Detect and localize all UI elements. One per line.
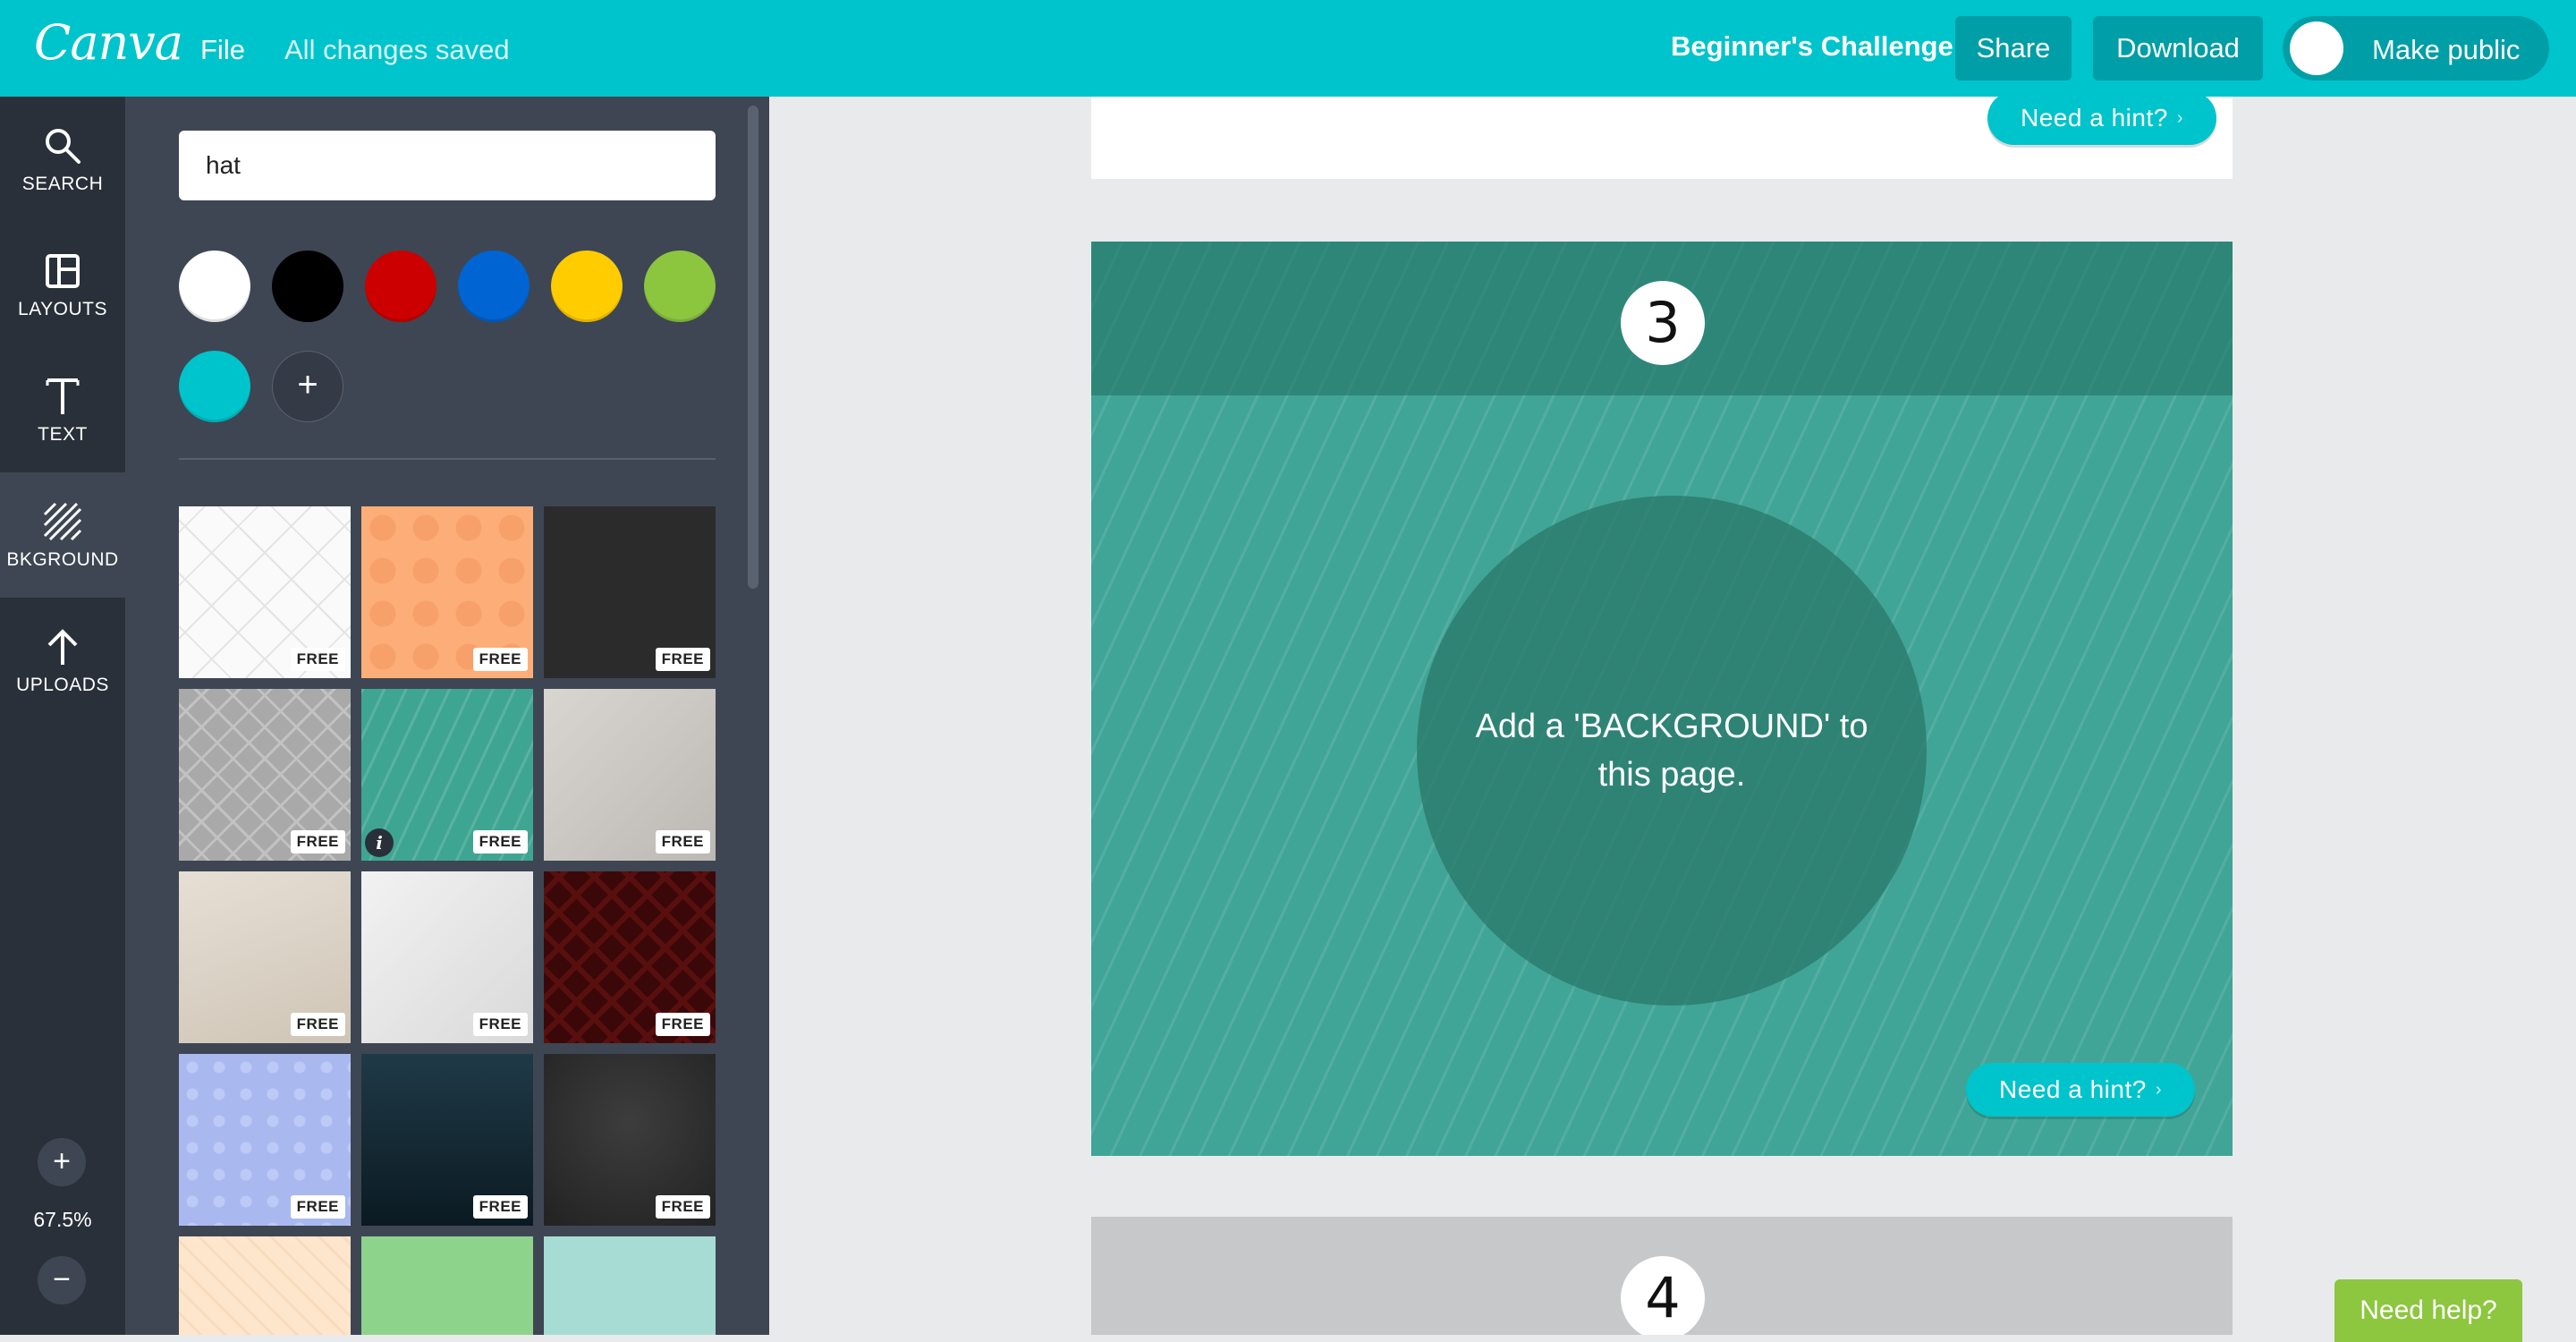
free-badge: FREE [472,1195,528,1219]
file-menu[interactable]: File [200,34,245,66]
add-color-button[interactable]: + [272,351,343,422]
color-swatch-yellow[interactable] [551,251,623,322]
text-icon [45,374,80,419]
background-tile[interactable]: i FREE [361,689,533,861]
page-3[interactable]: 3 Add a 'BACKGROUND' to this page. Need … [1091,242,2233,1156]
color-swatch-red[interactable] [365,251,436,322]
save-status: All changes saved [284,34,510,65]
toggle-knob[interactable] [2290,21,2343,75]
background-tile[interactable]: FREE [179,1054,351,1226]
zoom-level: 67.5% [33,1208,92,1231]
background-tile[interactable]: FREE [544,506,716,678]
color-swatch-teal[interactable] [179,351,250,422]
divider [179,458,716,460]
rail-item-layouts[interactable]: LAYOUTS [0,222,125,347]
rail-label: SEARCH [21,174,104,194]
free-badge: FREE [472,648,528,671]
instruction-circle: Add a 'BACKGROUND' to this page. [1417,496,1927,1006]
chevron-right-icon: › [2176,107,2183,128]
design-title[interactable]: Beginner's Challenge [1671,30,1953,63]
color-swatch-green[interactable] [644,251,716,322]
hint-button[interactable]: Need a hint? › [1987,97,2216,145]
need-help-button[interactable]: Need help? [2334,1279,2522,1342]
rail-label: UPLOADS [16,675,109,695]
upload-icon [45,624,80,669]
panel-scrollbar[interactable] [748,106,758,589]
page-4[interactable]: 4 [1091,1217,2233,1335]
free-badge: FREE [290,648,345,671]
free-badge: FREE [290,830,345,854]
share-button[interactable]: Share [1955,16,2072,81]
free-badge: FREE [655,1013,710,1036]
rail-label: LAYOUTS [18,299,107,319]
zoom-out-button[interactable]: − [38,1256,86,1304]
page-number: 3 [1621,281,1705,365]
page-2[interactable]: Need a hint? › [1091,97,2233,179]
free-badge: FREE [290,1013,345,1036]
free-badge: FREE [472,1013,528,1036]
search-input[interactable] [179,131,716,200]
background-tile[interactable]: FREE [179,506,351,678]
instruction-text: Add a 'BACKGROUND' to this page. [1475,708,1868,794]
layouts-icon [45,249,80,293]
color-swatch-white[interactable] [179,251,250,322]
background-tile[interactable] [361,1236,533,1335]
top-bar: Canva File All changes saved Beginner's … [0,0,2576,97]
rail-item-background[interactable]: BKGROUND [0,472,125,598]
make-public-label: Make public [2372,34,2521,65]
free-badge: FREE [472,830,528,854]
rail-label: BKGROUND [6,549,119,570]
rail-item-uploads[interactable]: UPLOADS [0,598,125,723]
background-icon [43,499,82,544]
rail-label: TEXT [38,424,88,445]
zoom-in-button[interactable]: + [38,1138,86,1186]
background-tile[interactable]: FREE [544,689,716,861]
make-public-toggle[interactable]: Make public [2283,16,2549,81]
color-swatch-black[interactable] [272,251,343,322]
background-tile[interactable]: FREE [544,871,716,1043]
rail-item-text[interactable]: TEXT [0,347,125,472]
background-tile[interactable]: FREE [179,689,351,861]
chevron-right-icon: › [2155,1079,2162,1100]
download-button[interactable]: Download [2093,16,2263,81]
left-rail: SEARCH LAYOUTS TEXT BKGROUND UPLOADS + 6… [0,97,125,1335]
background-tile[interactable]: FREE [179,871,351,1043]
color-swatch-blue[interactable] [458,251,530,322]
background-tile[interactable]: FREE [544,1054,716,1226]
hint-label: Need a hint? [2021,104,2168,132]
free-badge: FREE [655,1195,710,1219]
background-panel: + FREE FREE FREE FREE i FREE FREE FREE F… [125,97,769,1335]
background-tile[interactable]: FREE [361,1054,533,1226]
background-tile[interactable]: FREE [361,506,533,678]
hint-label: Need a hint? [1999,1075,2147,1103]
page-number: 4 [1621,1256,1705,1335]
background-tile[interactable] [544,1236,716,1335]
design-canvas: Need a hint? › 3 Add a 'BACKGROUND' to t… [769,97,2576,1335]
free-badge: FREE [655,648,710,671]
free-badge: FREE [290,1195,345,1219]
hint-button[interactable]: Need a hint? › [1966,1063,2195,1117]
info-icon[interactable]: i [365,828,394,857]
rail-item-search[interactable]: SEARCH [0,97,125,222]
free-badge: FREE [655,830,710,854]
search-icon [43,123,82,168]
background-tile[interactable] [179,1236,351,1335]
canva-logo[interactable]: Canva [34,14,183,71]
background-tile[interactable]: FREE [361,871,533,1043]
